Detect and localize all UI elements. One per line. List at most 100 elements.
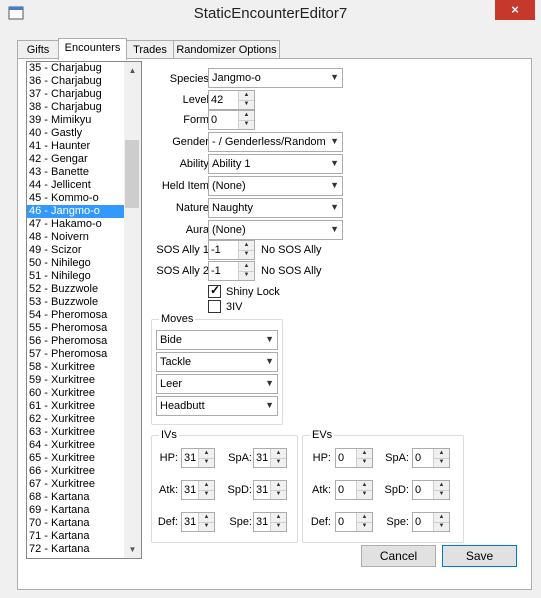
move-3-dropdown[interactable]: Leer ▼ — [156, 374, 278, 394]
form-stepper[interactable]: 0 ▲ ▼ — [208, 110, 255, 130]
list-item[interactable]: 36 - Charjabug — [27, 75, 124, 88]
close-icon[interactable]: × — [495, 0, 535, 20]
list-item[interactable]: 67 - Xurkitree — [27, 478, 124, 491]
ev-atk-stepper[interactable]: 0 ▲ ▼ — [335, 480, 373, 500]
list-item[interactable]: 69 - Kartana — [27, 504, 124, 517]
spin-down-icon[interactable]: ▼ — [199, 458, 214, 467]
iv-spd-stepper[interactable]: 31 ▲ ▼ — [253, 480, 287, 500]
encounter-listbox[interactable]: 35 - Charjabug 36 - Charjabug 37 - Charjab… — [26, 61, 142, 559]
list-item[interactable]: 42 - Gengar — [27, 153, 124, 166]
spin-down-icon[interactable]: ▼ — [271, 458, 286, 467]
list-item[interactable]: 54 - Pheromosa — [27, 309, 124, 322]
held-item-dropdown[interactable]: (None) ▼ — [208, 176, 343, 196]
iv-hp-label: HP: — [159, 452, 178, 464]
list-item[interactable]: 51 - Nihilego — [27, 270, 124, 283]
spin-down-icon[interactable]: ▼ — [239, 250, 254, 259]
list-item[interactable]: 38 - Charjabug — [27, 101, 124, 114]
ev-spd-stepper[interactable]: 0 ▲ ▼ — [412, 480, 450, 500]
list-item[interactable]: 65 - Xurkitree — [27, 452, 124, 465]
list-item[interactable]: 53 - Buzzwole — [27, 296, 124, 309]
level-label: Level: — [182, 94, 212, 106]
list-item[interactable]: 48 - Noivern — [27, 231, 124, 244]
iv-spa-stepper[interactable]: 31 ▲ ▼ — [253, 448, 287, 468]
iv-hp-stepper[interactable]: 31 ▲ ▼ — [181, 448, 215, 468]
spin-down-icon[interactable]: ▼ — [239, 271, 254, 280]
list-item[interactable]: 44 - Jellicent — [27, 179, 124, 192]
tab-encounters[interactable]: Encounters — [58, 38, 127, 60]
cancel-button[interactable]: Cancel — [361, 545, 436, 567]
list-item[interactable]: 45 - Kommo-o — [27, 192, 124, 205]
list-item[interactable]: 61 - Xurkitree — [27, 400, 124, 413]
list-item[interactable]: 50 - Nihilego — [27, 257, 124, 270]
list-item[interactable]: 37 - Charjabug — [27, 88, 124, 101]
list-item[interactable]: 60 - Xurkitree — [27, 387, 124, 400]
chevron-down-icon: ▼ — [330, 136, 339, 146]
spin-down-icon[interactable]: ▼ — [357, 522, 372, 531]
spin-down-icon[interactable]: ▼ — [434, 458, 449, 467]
spin-down-icon[interactable]: ▼ — [271, 490, 286, 499]
ability-dropdown[interactable]: Ability 1 ▼ — [208, 154, 343, 174]
iv-atk-stepper[interactable]: 31 ▲ ▼ — [181, 480, 215, 500]
iv-def-stepper[interactable]: 31 ▲ ▼ — [181, 512, 215, 532]
list-item[interactable]: 56 - Pheromosa — [27, 335, 124, 348]
list-item[interactable]: 40 - Gastly — [27, 127, 124, 140]
list-item[interactable]: 41 - Haunter — [27, 140, 124, 153]
ev-hp-stepper[interactable]: 0 ▲ ▼ — [335, 448, 373, 468]
list-item[interactable]: 49 - Scizor — [27, 244, 124, 257]
list-item[interactable]: 68 - Kartana — [27, 491, 124, 504]
list-scrollbar[interactable]: ▲ ▼ — [124, 62, 141, 558]
scroll-down-icon[interactable]: ▼ — [124, 541, 141, 558]
tab-randomizer-options[interactable]: Randomizer Options — [173, 40, 280, 59]
save-button[interactable]: Save — [442, 545, 517, 567]
list-item[interactable]: 72 - Kartana — [27, 543, 124, 556]
list-item[interactable]: 70 - Kartana — [27, 517, 124, 530]
nature-dropdown[interactable]: Naughty ▼ — [208, 198, 343, 218]
list-item[interactable]: 43 - Banette — [27, 166, 124, 179]
move-2-dropdown[interactable]: Tackle ▼ — [156, 352, 278, 372]
level-stepper[interactable]: 42 ▲ ▼ — [208, 90, 255, 110]
list-item[interactable]: 47 - Hakamo-o — [27, 218, 124, 231]
sos-ally-1-stepper[interactable]: -1 ▲ ▼ — [208, 240, 255, 260]
ev-def-stepper[interactable]: 0 ▲ ▼ — [335, 512, 373, 532]
tab-gifts[interactable]: Gifts — [17, 40, 59, 59]
ev-spa-stepper[interactable]: 0 ▲ ▼ — [412, 448, 450, 468]
species-value: Jangmo-o — [212, 72, 261, 84]
list-item[interactable]: 71 - Kartana — [27, 530, 124, 543]
list-item[interactable]: 55 - Pheromosa — [27, 322, 124, 335]
spin-down-icon[interactable]: ▼ — [357, 458, 372, 467]
list-item[interactable]: 64 - Xurkitree — [27, 439, 124, 452]
spin-down-icon[interactable]: ▼ — [271, 522, 286, 531]
list-item[interactable]: 59 - Xurkitree — [27, 374, 124, 387]
spin-down-icon[interactable]: ▼ — [199, 490, 214, 499]
spin-down-icon[interactable]: ▼ — [199, 522, 214, 531]
aura-dropdown[interactable]: (None) ▼ — [208, 220, 343, 240]
move-1-dropdown[interactable]: Bide ▼ — [156, 330, 278, 350]
spin-down-icon[interactable]: ▼ — [239, 100, 254, 109]
list-item[interactable]: 57 - Pheromosa — [27, 348, 124, 361]
list-item[interactable]: 58 - Xurkitree — [27, 361, 124, 374]
spin-down-icon[interactable]: ▼ — [239, 120, 254, 129]
list-item[interactable]: 62 - Xurkitree — [27, 413, 124, 426]
spin-down-icon[interactable]: ▼ — [434, 522, 449, 531]
scroll-thumb[interactable] — [125, 140, 139, 208]
list-item[interactable]: 35 - Charjabug — [27, 62, 124, 75]
list-item[interactable]: 46 - Jangmo-o — [27, 205, 124, 218]
list-item[interactable]: 63 - Xurkitree — [27, 426, 124, 439]
shiny-lock-checkbox[interactable]: ✓ — [208, 283, 221, 298]
move-4-dropdown[interactable]: Headbutt ▼ — [156, 396, 278, 416]
gender-dropdown[interactable]: - / Genderless/Random ▼ — [208, 132, 343, 152]
iv-spe-stepper[interactable]: 31 ▲ ▼ — [253, 512, 287, 532]
tab-trades[interactable]: Trades — [126, 40, 174, 59]
scroll-up-icon[interactable]: ▲ — [124, 62, 141, 79]
ev-spe-stepper[interactable]: 0 ▲ ▼ — [412, 512, 450, 532]
sos-ally-2-stepper[interactable]: -1 ▲ ▼ — [208, 261, 255, 281]
evs-group: EVs HP: 0 ▲ ▼ SpA: 0 ▲ ▼ Atk: 0 ▲ ▼ SpD: 0 … — [302, 429, 464, 543]
sos-ally-1-value: -1 — [211, 244, 221, 256]
species-dropdown[interactable]: Jangmo-o ▼ — [208, 68, 343, 88]
list-item[interactable]: 66 - Xurkitree — [27, 465, 124, 478]
list-item[interactable]: 52 - Buzzwole — [27, 283, 124, 296]
three-iv-checkbox[interactable] — [208, 300, 221, 313]
list-item[interactable]: 39 - Mimikyu — [27, 114, 124, 127]
spin-down-icon[interactable]: ▼ — [434, 490, 449, 499]
spin-down-icon[interactable]: ▼ — [357, 490, 372, 499]
